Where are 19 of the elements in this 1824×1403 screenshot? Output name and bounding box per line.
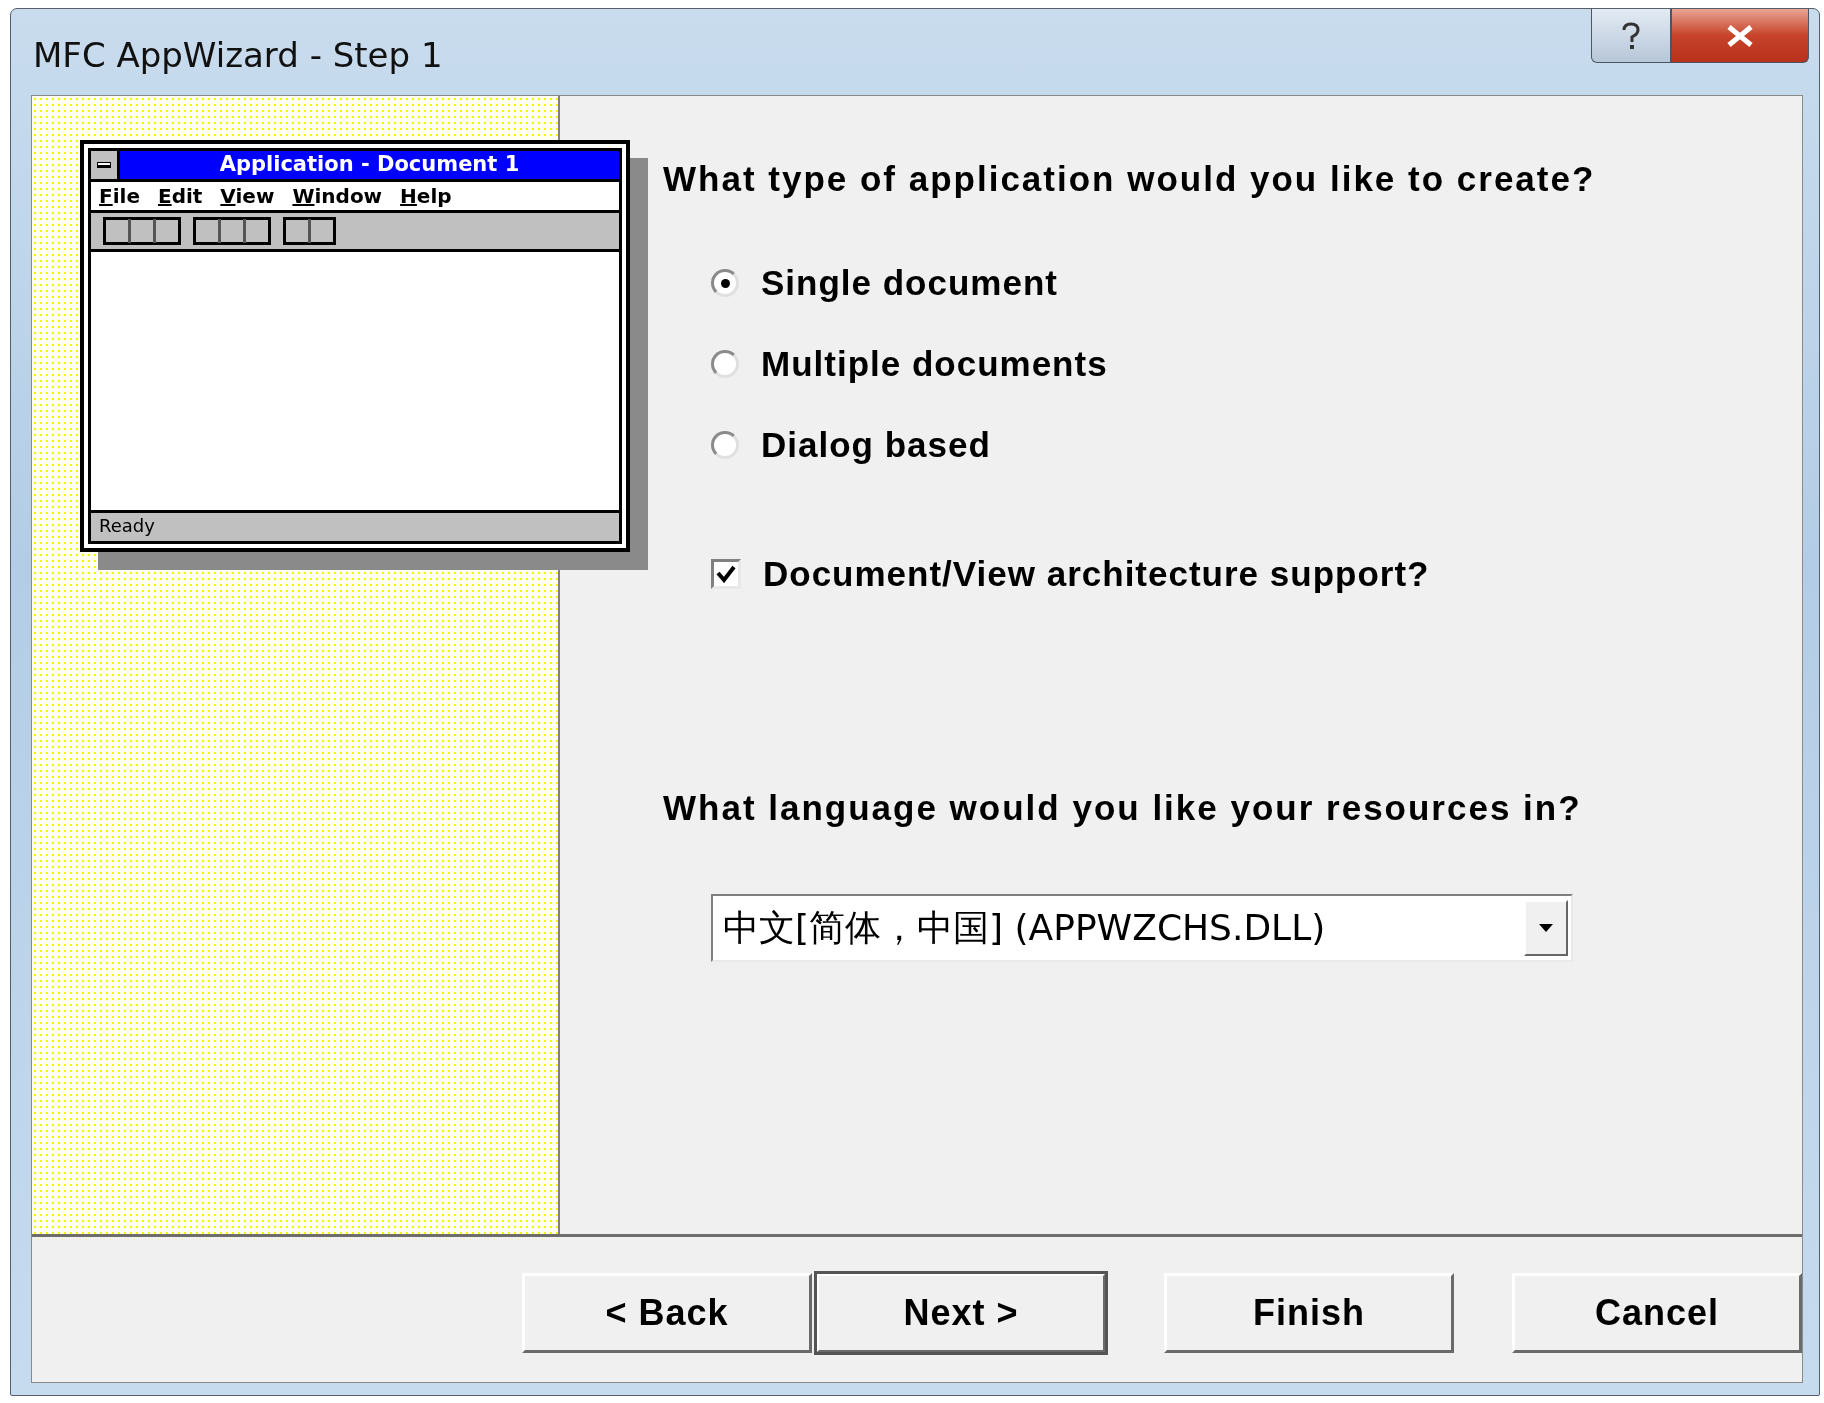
close-icon [1726, 23, 1754, 48]
dialog-button[interactable]: < Back [522, 1273, 812, 1353]
question-text: What language would you like your resources in? [663, 788, 1583, 828]
system-menu-icon [91, 151, 120, 179]
radio-option[interactable]: Dialog based [711, 425, 1802, 465]
help-icon [1620, 20, 1642, 51]
help-button[interactable] [1591, 9, 1671, 63]
close-button[interactable] [1671, 9, 1809, 63]
language-dropdown[interactable]: 中文[简体，中国] (APPWZCHS.DLL) [711, 894, 1573, 962]
question-text: What type of application would you like to create? [663, 159, 1597, 199]
radio-option[interactable]: Single document [711, 263, 1802, 303]
dialog-button[interactable]: Finish [1164, 1273, 1454, 1353]
preview-status: Ready [88, 510, 622, 544]
window-title: MFC AppWizard - Step 1 [33, 35, 443, 75]
dialog-button[interactable]: Cancel [1512, 1273, 1802, 1353]
checkbox-option[interactable]: Document/View architecture support? [711, 554, 1802, 594]
dialog-button[interactable]: Next > [816, 1273, 1106, 1353]
preview-title: Application - Document 1 [120, 151, 619, 179]
radio-option[interactable]: Multiple documents [711, 344, 1802, 384]
